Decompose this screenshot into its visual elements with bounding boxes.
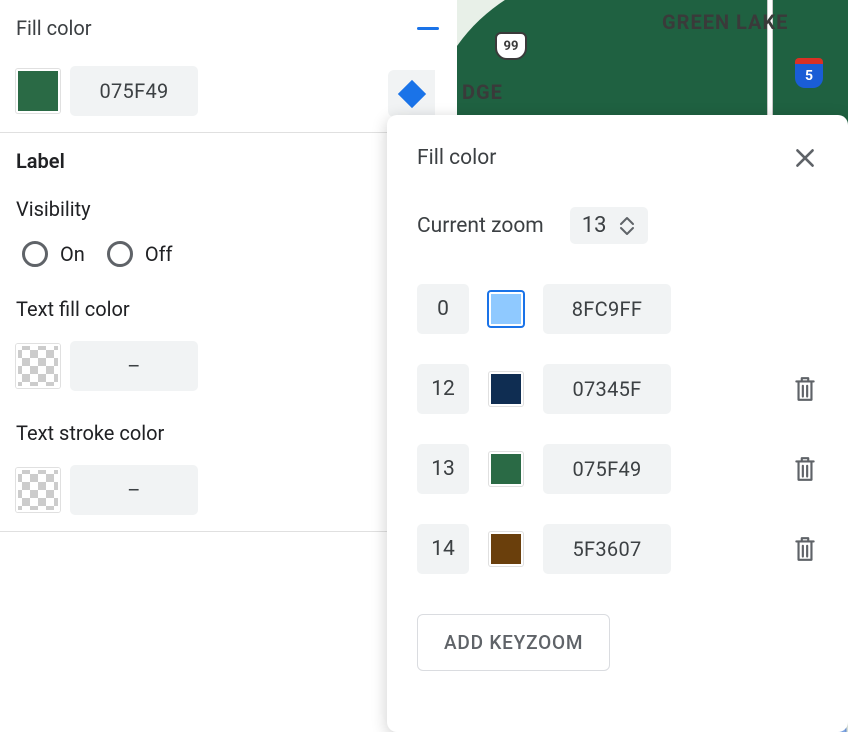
fill-color-section: Fill color 075F49: [0, 0, 455, 133]
green-lake-label: GREEN LAKE: [662, 10, 788, 34]
visibility-radio-group: On Off: [16, 241, 439, 267]
keyzoom-level-input[interactable]: 14: [417, 524, 469, 574]
diamond-icon: [397, 79, 425, 107]
keyzoom-row: 12 07345F: [417, 364, 818, 414]
current-zoom-stepper[interactable]: 13: [570, 207, 649, 244]
trash-icon: [792, 375, 818, 403]
ridge-label: DGE: [462, 80, 503, 104]
text-fill-heading: Text fill color: [16, 297, 439, 321]
keyzoom-level-input[interactable]: 13: [417, 444, 469, 494]
chevron-up-icon: [618, 216, 636, 226]
highway-99-shield: 99: [495, 32, 527, 60]
chevron-down-icon: [618, 226, 636, 236]
keyzoom-hex-input[interactable]: 5F3607: [543, 524, 671, 574]
popup-title: Fill color: [417, 146, 496, 170]
text-stroke-hex-input[interactable]: –: [70, 465, 198, 515]
label-heading: Label: [16, 149, 439, 173]
keyzoom-list: 0 8FC9FF 12 07345F 13 075F49 14 5F3607: [417, 284, 818, 574]
stepper-arrows: [618, 216, 636, 236]
visibility-heading: Visibility: [16, 197, 439, 221]
keyzoom-row: 0 8FC9FF: [417, 284, 818, 334]
text-stroke-heading: Text stroke color: [16, 421, 439, 445]
keyzoom-level-input[interactable]: 12: [417, 364, 469, 414]
trash-icon: [792, 455, 818, 483]
text-stroke-swatch[interactable]: [16, 468, 60, 512]
current-zoom-value: 13: [582, 213, 607, 238]
radio-icon: [22, 241, 48, 267]
keyzoom-toggle-button[interactable]: [388, 70, 435, 117]
current-zoom-row: Current zoom 13: [417, 207, 818, 244]
delete-keyzoom-button[interactable]: [792, 375, 818, 403]
trash-icon: [792, 535, 818, 563]
keyzoom-swatch[interactable]: [489, 372, 523, 406]
text-fill-hex-input[interactable]: –: [70, 341, 198, 391]
collapse-icon[interactable]: [417, 27, 439, 30]
close-button[interactable]: [792, 145, 818, 171]
keyzoom-swatch[interactable]: [489, 292, 523, 326]
keyzoom-hex-input[interactable]: 8FC9FF: [543, 284, 671, 334]
add-keyzoom-button[interactable]: ADD KEYZOOM: [417, 614, 610, 671]
keyzoom-level-input[interactable]: 0: [417, 284, 469, 334]
delete-keyzoom-button[interactable]: [792, 455, 818, 483]
keyzoom-swatch[interactable]: [489, 452, 523, 486]
fill-color-title: Fill color: [16, 16, 92, 40]
current-zoom-label: Current zoom: [417, 214, 544, 238]
close-icon: [792, 145, 818, 171]
interstate-5-shield: 5: [795, 58, 823, 88]
radio-icon: [107, 241, 133, 267]
fill-color-swatch[interactable]: [16, 69, 60, 113]
keyzoom-row: 14 5F3607: [417, 524, 818, 574]
visibility-off-radio[interactable]: Off: [107, 241, 173, 267]
keyzoom-hex-input[interactable]: 07345F: [543, 364, 671, 414]
keyzoom-row: 13 075F49: [417, 444, 818, 494]
fill-color-popup: Fill color Current zoom 13 0 8FC9FF 12 0734…: [387, 115, 848, 732]
keyzoom-swatch[interactable]: [489, 532, 523, 566]
visibility-on-radio[interactable]: On: [22, 241, 85, 267]
text-fill-swatch[interactable]: [16, 344, 60, 388]
fill-color-hex-input[interactable]: 075F49: [70, 66, 198, 116]
keyzoom-hex-input[interactable]: 075F49: [543, 444, 671, 494]
delete-keyzoom-button[interactable]: [792, 535, 818, 563]
